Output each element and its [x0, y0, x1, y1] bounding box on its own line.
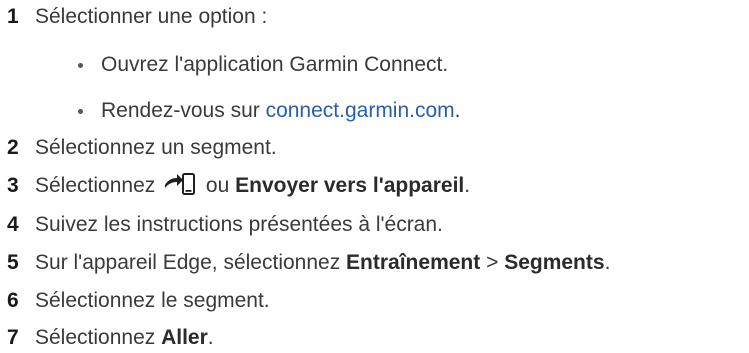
step-prefix: Sélectionnez	[35, 174, 162, 197]
step-text: Sélectionnez un segment.	[35, 136, 277, 159]
step-prefix: Sur l'appareil Edge, sélectionnez	[35, 251, 347, 274]
bullet-text: Ouvrez l'application Garmin Connect.	[101, 53, 449, 76]
step-number: 1	[7, 5, 19, 28]
step-text: Sélectionnez Aller.	[35, 323, 214, 353]
step-middle: ou	[200, 174, 236, 197]
step-prefix: Sélectionnez	[35, 326, 162, 349]
step-number: 7	[7, 326, 19, 349]
step-text: Suivez les instructions présentées à l'é…	[35, 213, 443, 236]
step-text: Sélectionner une option :	[35, 5, 268, 28]
bullet-suffix: .	[454, 99, 461, 122]
menu-separator: >	[480, 251, 505, 274]
go-label: Aller	[161, 326, 208, 349]
step-suffix: .	[604, 251, 611, 274]
step-number: 6	[7, 289, 19, 312]
send-to-device-icon	[163, 172, 197, 196]
bullet-dot	[78, 109, 83, 114]
step-suffix: .	[207, 326, 214, 349]
bullet-dot	[78, 63, 83, 68]
instruction-steps: 1 Sélectionner une option : Ouvrez l'app…	[0, 0, 749, 353]
step-number: 3	[7, 174, 19, 197]
step-number: 2	[7, 136, 19, 159]
step-text: Sélectionnez le segment.	[35, 289, 270, 312]
step-text: Sur l'appareil Edge, sélectionnez Entraî…	[35, 248, 610, 278]
step-text: Sélectionnez ou Envoyer vers l'appareil.	[35, 171, 470, 201]
send-to-device-label: Envoyer vers l'appareil	[235, 174, 465, 197]
step-number: 5	[7, 251, 19, 274]
step-suffix: .	[464, 174, 471, 197]
step-number: 4	[7, 213, 19, 236]
bullet-text: Rendez-vous sur connect.garmin.com.	[101, 96, 461, 126]
bullet-prefix: Rendez-vous sur	[101, 99, 266, 122]
training-label: Entraînement	[346, 251, 481, 274]
segments-label: Segments	[504, 251, 605, 274]
garmin-connect-link[interactable]: connect.garmin.com	[266, 99, 455, 122]
